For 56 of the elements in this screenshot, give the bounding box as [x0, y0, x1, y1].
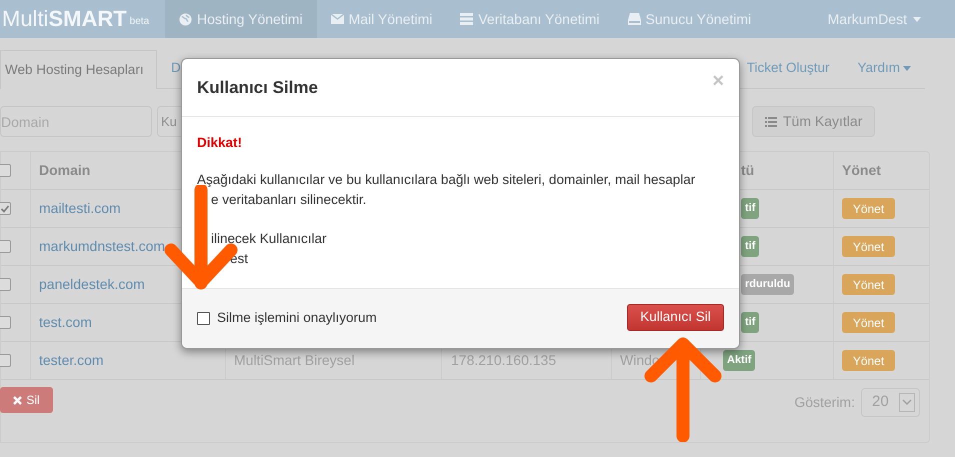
tab[interactable]: D: [156, 49, 195, 88]
modal-title: Kullanıcı Silme: [197, 76, 318, 99]
globe-icon: [179, 12, 192, 26]
list-icon: [765, 116, 777, 126]
all-records-button[interactable]: Tüm Kayıtlar: [752, 106, 876, 137]
manage-button[interactable]: Yönet: [842, 198, 895, 219]
logo-text[interactable]: MultiSMART: [2, 8, 127, 30]
warning-text: Dikkat!: [197, 134, 244, 152]
beta-label: beta: [130, 15, 150, 29]
column-header: Yönet: [842, 161, 881, 180]
description-line: e veritabanları silinecektir.: [210, 191, 368, 209]
confirm-label: Silme işlemini onaylıyorum: [217, 309, 377, 328]
description-line: Aşağıdaki kullanıcılar ve bu kullanıcılara bağlı web siteleri, domainler, mail hesaplar: [197, 171, 696, 189]
hard-drive-icon: [628, 13, 641, 25]
domain-link[interactable]: paneldestek.com: [39, 274, 145, 295]
confirm-checkbox[interactable]: [197, 312, 210, 325]
column-header: Domain: [39, 161, 90, 180]
delete-button[interactable]: Sil: [0, 387, 53, 413]
nav-item[interactable]: Hosting Yönetimi: [165, 0, 317, 38]
envelope-icon: [330, 14, 344, 24]
checkbox[interactable]: [0, 202, 11, 215]
tab[interactable]: Yardım: [843, 49, 925, 88]
caret-icon: [913, 16, 921, 22]
manage-button[interactable]: Yönet: [842, 236, 895, 257]
nav-item[interactable]: Sunucu Yönetimi: [614, 0, 766, 38]
list-icon: [460, 13, 474, 25]
checkbox[interactable]: [0, 240, 11, 253]
list-title: ilinecek Kullanıcılar: [210, 230, 328, 248]
manage-button[interactable]: Yönet: [842, 312, 895, 333]
status-badge: rduruldu: [741, 274, 794, 295]
status-badge: tif: [741, 198, 760, 219]
domain-link[interactable]: test.com: [39, 312, 92, 333]
close-icon: [13, 396, 22, 404]
tab[interactable]: Web Hosting Hesapları: [0, 50, 157, 89]
search-field[interactable]: Ku: [157, 106, 181, 137]
nav-item[interactable]: Mail Yönetimi: [316, 0, 446, 38]
status-badge: Aktif: [723, 350, 756, 371]
manage-button[interactable]: Yönet: [842, 274, 895, 295]
domain-link[interactable]: mailtesti.com: [39, 198, 121, 219]
status-badge: tif: [741, 236, 760, 257]
tab[interactable]: Ticket Oluştur: [732, 49, 844, 88]
delete-user-button[interactable]: Kullanıcı Sil: [627, 304, 724, 331]
manage-button[interactable]: Yönet: [842, 350, 895, 371]
caret-icon: [899, 393, 915, 412]
checkbox[interactable]: [0, 354, 11, 367]
checkbox[interactable]: [0, 278, 11, 291]
checkbox[interactable]: [0, 164, 11, 177]
close-button[interactable]: ×: [712, 70, 724, 90]
nav-item[interactable]: Veritabanı Yönetimi: [446, 0, 614, 38]
domain-link[interactable]: tester.com: [39, 350, 104, 371]
domain-link[interactable]: markumdnstest.com: [39, 236, 166, 257]
checkbox[interactable]: [0, 316, 11, 329]
user-menu[interactable]: MarkumDest: [828, 8, 921, 30]
status-badge: tif: [741, 312, 760, 333]
caret-icon: [903, 66, 911, 71]
column-header: tü: [741, 161, 754, 180]
